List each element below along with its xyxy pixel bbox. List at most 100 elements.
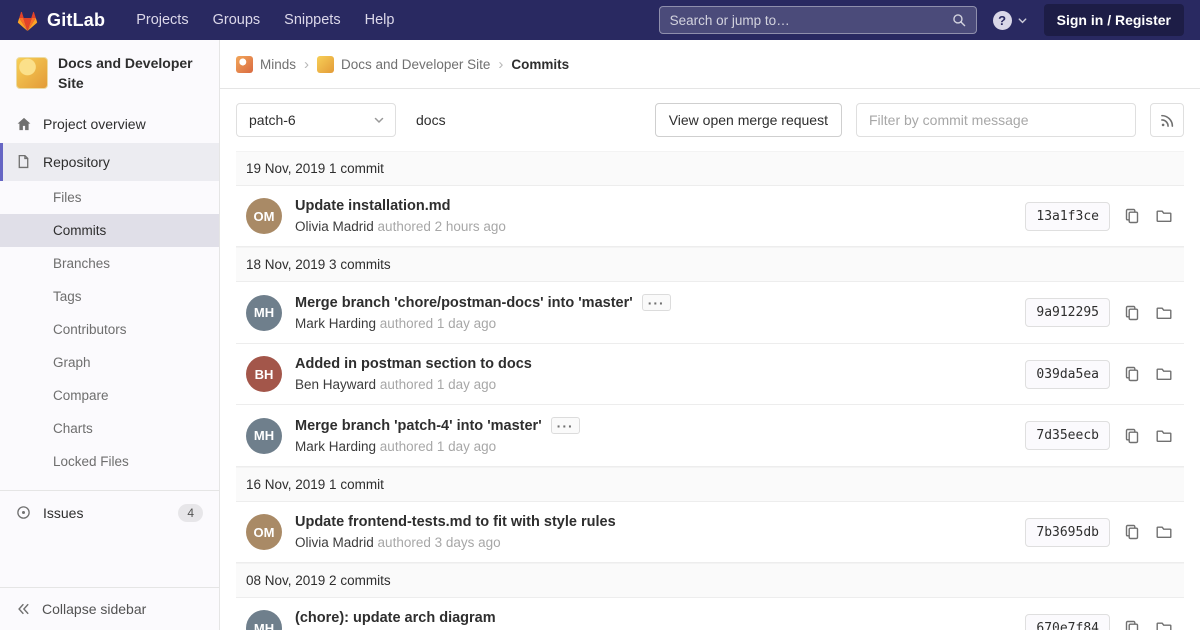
browse-files-button[interactable] — [1154, 303, 1174, 323]
collapse-sidebar-label: Collapse sidebar — [42, 601, 146, 617]
commit-author-avatar[interactable]: OM — [246, 198, 282, 234]
commit-author-link[interactable]: Mark Harding — [295, 439, 376, 454]
chevron-down-icon — [1017, 15, 1028, 26]
sidebar-subitem-graph[interactable]: Graph — [0, 346, 219, 379]
commit-title-link[interactable]: Update frontend-tests.md to fit with sty… — [295, 514, 616, 530]
sidebar-subitem-tags[interactable]: Tags — [0, 280, 219, 313]
issues-count-badge: 4 — [178, 504, 203, 522]
copy-sha-button[interactable] — [1122, 303, 1142, 323]
breadcrumb-group-link[interactable]: Minds — [236, 56, 296, 73]
commits-path-label: docs — [416, 112, 446, 128]
commit-sha[interactable]: 039da5ea — [1025, 360, 1110, 389]
commit-sha[interactable]: 9a912295 — [1025, 298, 1110, 327]
commit-authored-text: authored 2 hours ago — [378, 219, 506, 234]
commit-row: BH Added in postman section to docs Ben … — [236, 344, 1184, 405]
commit-row: OM Update frontend-tests.md to fit with … — [236, 502, 1184, 563]
sidebar-item-label: Project overview — [43, 116, 146, 132]
global-search-box[interactable] — [659, 6, 977, 34]
commit-authored-text: authored 3 days ago — [378, 535, 501, 550]
browse-files-button[interactable] — [1154, 206, 1174, 226]
breadcrumb-separator-icon: › — [304, 56, 309, 73]
copy-sha-button[interactable] — [1122, 522, 1142, 542]
commit-list: MH Merge branch 'chore/postman-docs' int… — [236, 282, 1184, 467]
navbar-left: GitLab Projects Groups Snippets Help — [16, 6, 405, 34]
commit-title-row: (chore): update arch diagram — [295, 610, 1009, 626]
sidebar-subitem-contributors[interactable]: Contributors — [0, 313, 219, 346]
main-nav-menu: Projects Groups Snippets Help — [125, 6, 405, 34]
nav-item-groups[interactable]: Groups — [202, 6, 272, 34]
sidebar-subitem-files[interactable]: Files — [0, 181, 219, 214]
commit-title-link[interactable]: Added in postman section to docs — [295, 356, 532, 372]
commit-author-link[interactable]: Olivia Madrid — [295, 219, 374, 234]
copy-sha-button[interactable] — [1122, 364, 1142, 384]
nav-item-help[interactable]: Help — [354, 6, 406, 34]
browse-files-button[interactable] — [1154, 364, 1174, 384]
commit-author-avatar[interactable]: MH — [246, 295, 282, 331]
commit-author-avatar[interactable]: MH — [246, 610, 282, 630]
commit-author-avatar[interactable]: OM — [246, 514, 282, 550]
search-input[interactable] — [670, 13, 944, 28]
commit-info: (chore): update arch diagram Mark Hardin… — [295, 610, 1009, 630]
copy-sha-button[interactable] — [1122, 618, 1142, 630]
breadcrumb-current-page: Commits — [511, 57, 569, 72]
commit-title-row: Update installation.md — [295, 198, 1009, 214]
commit-title-link[interactable]: (chore): update arch diagram — [295, 610, 496, 626]
commit-sha[interactable]: 7b3695db — [1025, 518, 1110, 547]
commit-author-link[interactable]: Olivia Madrid — [295, 535, 374, 550]
commits-feed-button[interactable] — [1150, 103, 1184, 137]
group-avatar — [236, 56, 253, 73]
commit-sha[interactable]: 13a1f3ce — [1025, 202, 1110, 231]
branch-selector[interactable]: patch-6 — [236, 103, 396, 137]
commit-expander-button[interactable]: ··· — [551, 417, 580, 434]
sign-in-register-button[interactable]: Sign in / Register — [1044, 4, 1184, 36]
commit-sha[interactable]: 7d35eecb — [1025, 421, 1110, 450]
browse-files-button[interactable] — [1154, 522, 1174, 542]
project-avatar-small — [317, 56, 334, 73]
commit-date-header: 19 Nov, 2019 1 commit — [236, 151, 1184, 186]
commit-date-header: 08 Nov, 2019 2 commits — [236, 563, 1184, 598]
sidebar-item-label: Repository — [43, 154, 110, 170]
commit-group: 16 Nov, 2019 1 commit OM Update frontend… — [236, 467, 1184, 563]
commit-date-header: 16 Nov, 2019 1 commit — [236, 467, 1184, 502]
help-dropdown[interactable]: ? — [993, 11, 1028, 30]
question-circle-icon: ? — [993, 11, 1012, 30]
filter-commit-message-input[interactable] — [856, 103, 1136, 137]
nav-item-snippets[interactable]: Snippets — [273, 6, 351, 34]
breadcrumb-project-link[interactable]: Docs and Developer Site — [317, 56, 490, 73]
commit-meta: Mark Harding authored 1 day ago — [295, 439, 1009, 454]
sidebar-item-repository[interactable]: Repository — [0, 143, 219, 181]
view-open-merge-request-button[interactable]: View open merge request — [655, 103, 842, 137]
repository-subnav: Files Commits Branches Tags Contributors… — [0, 181, 219, 478]
sidebar-item-project-overview[interactable]: Project overview — [0, 105, 219, 143]
browse-files-button[interactable] — [1154, 426, 1174, 446]
commit-authored-text: authored 1 day ago — [380, 439, 496, 454]
sidebar-item-issues[interactable]: Issues 4 — [0, 490, 219, 535]
sidebar-subitem-charts[interactable]: Charts — [0, 412, 219, 445]
navbar-right: ? Sign in / Register — [659, 4, 1184, 36]
nav-item-projects[interactable]: Projects — [125, 6, 199, 34]
sidebar-subitem-commits[interactable]: Commits — [0, 214, 219, 247]
sidebar-subitem-branches[interactable]: Branches — [0, 247, 219, 280]
sidebar-project-header[interactable]: Docs and Developer Site — [0, 40, 219, 105]
gitlab-logo[interactable]: GitLab — [16, 9, 105, 32]
chevron-down-icon — [373, 114, 385, 126]
copy-sha-button[interactable] — [1122, 426, 1142, 446]
commit-expander-button[interactable]: ··· — [642, 294, 671, 311]
commit-row: MH Merge branch 'chore/postman-docs' int… — [236, 282, 1184, 344]
commit-list: OM Update frontend-tests.md to fit with … — [236, 502, 1184, 563]
collapse-sidebar-button[interactable]: Collapse sidebar — [0, 587, 219, 630]
sidebar-subitem-locked-files[interactable]: Locked Files — [0, 445, 219, 478]
commit-author-avatar[interactable]: MH — [246, 418, 282, 454]
copy-sha-button[interactable] — [1122, 206, 1142, 226]
commit-author-link[interactable]: Mark Harding — [295, 316, 376, 331]
commit-title-link[interactable]: Merge branch 'chore/postman-docs' into '… — [295, 295, 633, 311]
commit-title-link[interactable]: Merge branch 'patch-4' into 'master' — [295, 418, 542, 434]
commit-group: 08 Nov, 2019 2 commits MH (chore): updat… — [236, 563, 1184, 630]
commit-info: Update installation.md Olivia Madrid aut… — [295, 198, 1009, 234]
commit-author-link[interactable]: Ben Hayward — [295, 377, 376, 392]
browse-files-button[interactable] — [1154, 618, 1174, 630]
commit-title-link[interactable]: Update installation.md — [295, 198, 451, 214]
commit-sha[interactable]: 670e7f84 — [1025, 614, 1110, 630]
commit-author-avatar[interactable]: BH — [246, 356, 282, 392]
sidebar-subitem-compare[interactable]: Compare — [0, 379, 219, 412]
